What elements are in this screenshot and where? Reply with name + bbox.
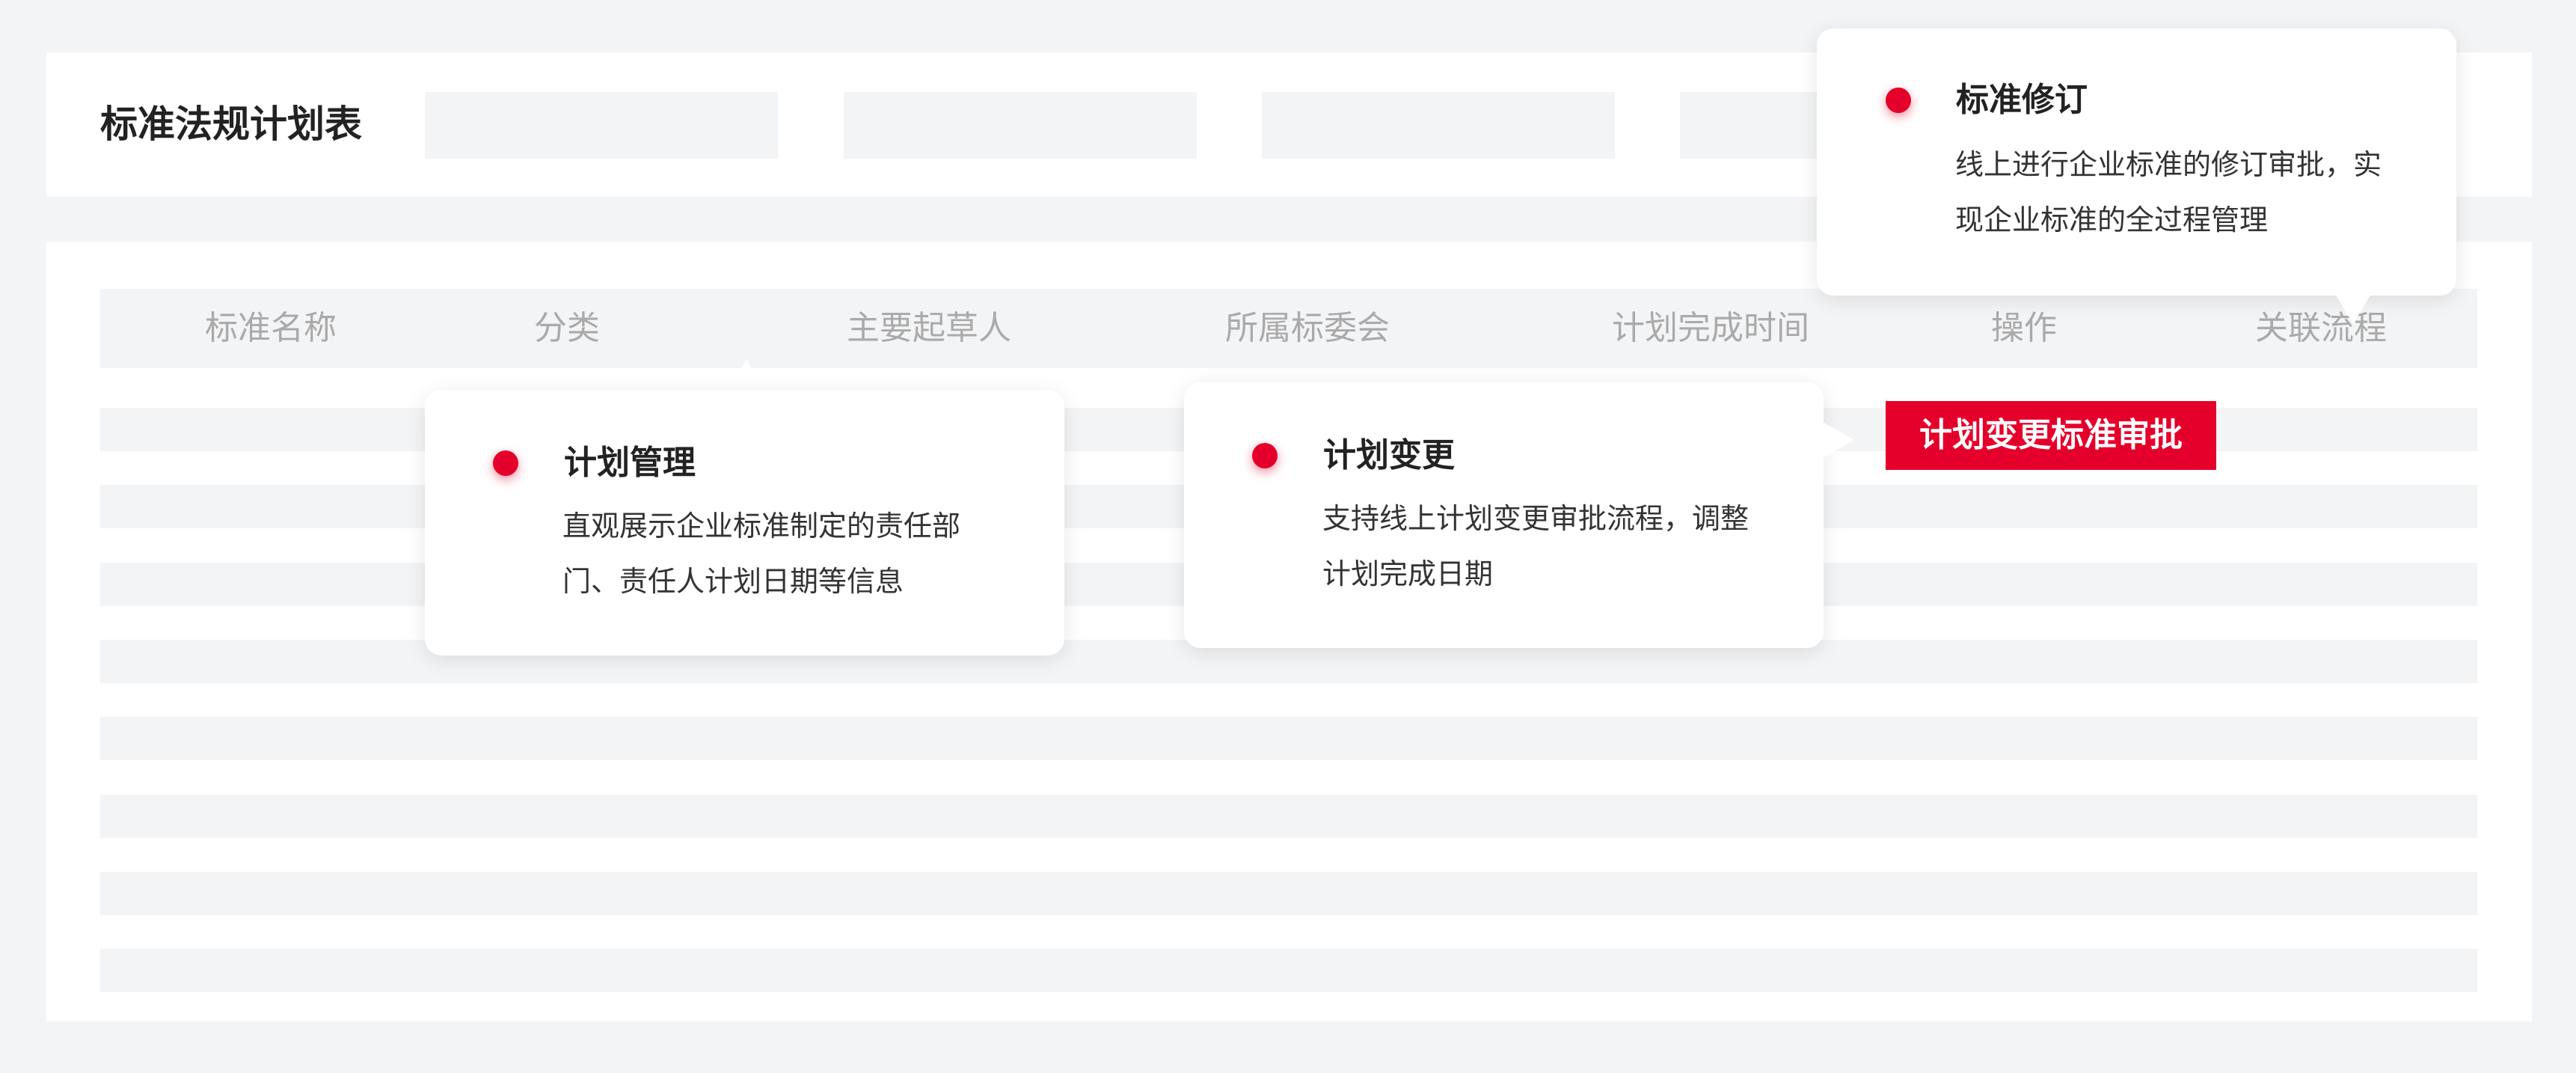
table-header: 标准名称 分类 主要起草人 所属标委会 计划完成时间 操作 关联流程 xyxy=(100,289,2477,368)
callout-title: 标准修订 xyxy=(1956,81,2088,119)
filter-field-1[interactable] xyxy=(425,92,778,159)
callout-plan-management: 计划管理 直观展示企业标准制定的责任部门、责任人计划日期等信息 xyxy=(425,390,1064,655)
filter-field-3[interactable] xyxy=(1262,92,1615,159)
column-header-drafter[interactable]: 主要起草人 xyxy=(847,289,1011,368)
callout-pointer xyxy=(1823,422,1854,458)
callout-pointer xyxy=(2335,294,2371,324)
column-header-actions[interactable]: 操作 xyxy=(1991,289,2057,368)
table-row[interactable] xyxy=(100,795,2477,838)
column-header-committee[interactable]: 所属标委会 xyxy=(1225,289,1390,368)
bullet-dot-icon xyxy=(1252,443,1278,468)
callout-title: 计划变更 xyxy=(1323,436,1455,474)
table-row[interactable] xyxy=(100,872,2477,915)
column-header-category[interactable]: 分类 xyxy=(534,289,600,368)
bullet-dot-icon xyxy=(493,450,518,476)
callout-standard-revision: 标准修订 线上进行企业标准的修订审批，实现企业标准的全过程管理 xyxy=(1817,28,2456,296)
callout-description: 支持线上计划变更审批流程，调整计划完成日期 xyxy=(1322,502,1749,590)
callout-title: 计划管理 xyxy=(564,444,696,482)
column-header-name[interactable]: 标准名称 xyxy=(205,289,337,368)
column-header-due-date[interactable]: 计划完成时间 xyxy=(1612,289,1809,368)
table-row[interactable] xyxy=(100,949,2477,992)
callout-pointer xyxy=(729,359,764,391)
callout-description: 线上进行企业标准的修订审批，实现企业标准的全过程管理 xyxy=(1955,148,2382,236)
table-row[interactable] xyxy=(100,717,2477,760)
callout-description: 直观展示企业标准制定的责任部门、责任人计划日期等信息 xyxy=(562,510,961,598)
bullet-dot-icon xyxy=(1886,88,1911,113)
page-title: 标准法规计划表 xyxy=(100,103,362,146)
filter-field-2[interactable] xyxy=(844,92,1197,159)
approval-flow-tag[interactable]: 计划变更标准审批 xyxy=(1886,401,2216,470)
callout-plan-change: 计划变更 支持线上计划变更审批流程，调整计划完成日期 xyxy=(1184,382,1824,648)
